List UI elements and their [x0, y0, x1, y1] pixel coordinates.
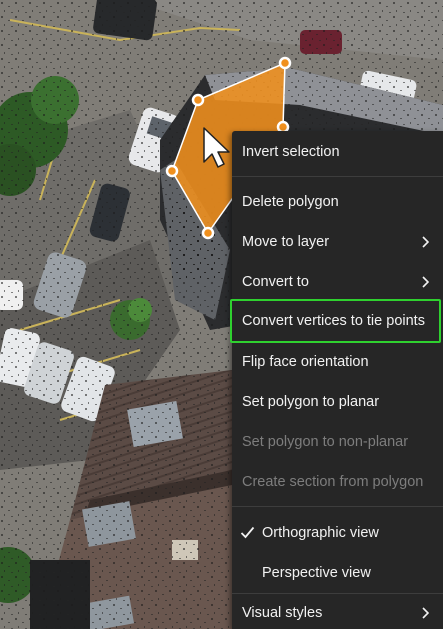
menu-item-label: Invert selection [242, 144, 340, 160]
menu-item-label: Convert vertices to tie points [242, 313, 425, 329]
chevron-right-icon [422, 607, 429, 619]
menu-item-label: Set polygon to planar [242, 394, 380, 410]
mouse-cursor-icon [203, 127, 230, 168]
menu-item-delete-polygon[interactable]: Delete polygon [232, 187, 443, 217]
menu-item-label: Create section from polygon [242, 474, 424, 490]
menu-item-set-polygon-to-planar[interactable]: Set polygon to planar [232, 387, 443, 417]
menu-item-label: Set polygon to non-planar [242, 434, 409, 450]
menu-item-convert-vertices-to-tie-points[interactable]: Convert vertices to tie points [230, 299, 441, 343]
menu-item-label: Convert to [242, 274, 309, 290]
3d-viewport[interactable]: Invert selection Delete polygon Move to … [0, 0, 443, 629]
menu-item-label: Orthographic view [262, 525, 379, 541]
context-menu: Invert selection Delete polygon Move to … [230, 131, 443, 629]
menu-separator [232, 593, 443, 594]
menu-item-label: Move to layer [242, 234, 330, 250]
menu-item-visual-styles[interactable]: Visual styles [232, 598, 443, 628]
menu-item-label: Flip face orientation [242, 354, 369, 370]
polygon-vertex[interactable] [165, 164, 179, 178]
menu-separator [232, 506, 443, 507]
polygon-vertex[interactable] [201, 226, 215, 240]
polygon-vertex[interactable] [191, 93, 205, 107]
menu-item-invert-selection[interactable]: Invert selection [232, 137, 443, 167]
menu-item-orthographic-view[interactable]: Orthographic view [232, 518, 443, 548]
polygon-vertex[interactable] [278, 56, 292, 70]
menu-item-perspective-view[interactable]: Perspective view [232, 558, 443, 588]
menu-item-move-to-layer[interactable]: Move to layer [232, 227, 443, 257]
menu-item-label: Perspective view [262, 565, 371, 581]
checkmark-icon [240, 526, 255, 539]
menu-item-create-section-from-polygon: Create section from polygon [232, 467, 443, 497]
chevron-right-icon [422, 276, 429, 288]
chevron-right-icon [422, 236, 429, 248]
menu-item-label: Delete polygon [242, 194, 339, 210]
menu-item-flip-face-orientation[interactable]: Flip face orientation [232, 347, 443, 377]
menu-item-label: Visual styles [242, 605, 323, 621]
menu-separator [232, 176, 443, 177]
menu-item-convert-to[interactable]: Convert to [232, 267, 443, 297]
menu-item-set-polygon-to-non-planar: Set polygon to non-planar [232, 427, 443, 457]
